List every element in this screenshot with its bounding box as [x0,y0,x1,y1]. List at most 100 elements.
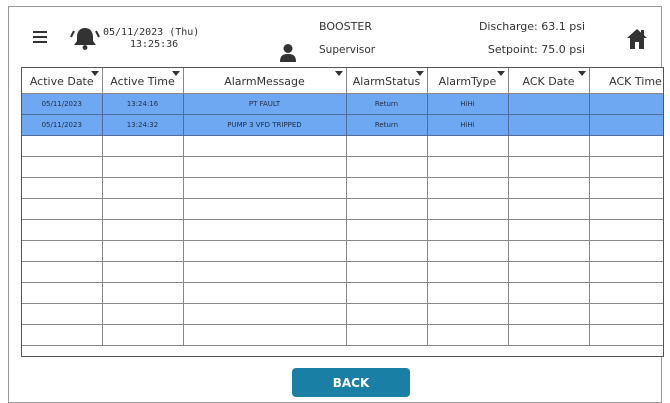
table-cell [102,282,184,304]
alarm-table[interactable]: Active Date Active Time AlarmMessage AlarmS… [21,67,664,357]
table-cell [346,219,428,241]
table-cell [589,93,663,115]
alarm-grid: Active Date Active Time AlarmMessage AlarmS… [22,68,663,346]
alarm-bell-icon[interactable] [68,25,102,51]
column-header-label: ACK Time [609,75,662,88]
table-cell [183,156,347,178]
table-cell [102,303,184,325]
table-cell: PUMP 3 VFD TRIPPED [183,114,347,136]
table-cell [589,261,663,283]
table-row[interactable]: 05/11/2023 13:24:16 PT FAULT Return HiHi [22,93,663,115]
table-cell [183,282,347,304]
table-cell: 13:24:16 [102,93,184,115]
table-row[interactable] [22,282,663,304]
table-cell: 13:24:32 [102,114,184,136]
column-header[interactable]: AlarmMessage [183,68,347,94]
table-cell [427,219,509,241]
table-row[interactable] [22,135,663,157]
table-cell [589,240,663,262]
table-cell [346,303,428,325]
discharge-readout: Discharge: 63.1 psi [478,20,585,33]
table-cell [183,219,347,241]
sort-dropdown-icon[interactable] [496,71,505,76]
column-header[interactable]: Active Date [22,68,103,94]
sort-dropdown-icon[interactable] [334,71,343,76]
column-header[interactable]: Active Time [102,68,184,94]
table-row[interactable] [22,198,663,220]
table-cell [346,135,428,157]
table-cell [22,135,103,157]
table-row[interactable] [22,324,663,346]
table-cell [589,135,663,157]
table-cell [22,156,103,178]
table-cell [508,177,590,199]
table-cell [22,240,103,262]
table-cell [346,177,428,199]
column-header-label: AlarmStatus [352,75,421,88]
table-cell [183,198,347,220]
table-cell [22,324,103,346]
table-cell [589,198,663,220]
home-icon[interactable] [626,27,648,51]
column-header[interactable]: AlarmStatus [346,68,428,94]
column-header-label: Active Date [29,75,94,88]
table-cell [508,261,590,283]
back-button[interactable]: BACK [292,368,410,397]
sort-dropdown-icon[interactable] [171,71,180,76]
table-cell: PT FAULT [183,93,347,115]
table-cell: Return [346,114,428,136]
table-cell [346,240,428,262]
table-cell [508,135,590,157]
table-cell: 05/11/2023 [22,114,103,136]
table-cell [427,156,509,178]
table-cell [22,282,103,304]
date-time: 05/11/2023 (Thu) 13:25:36 [103,27,199,51]
hamburger-menu-icon[interactable] [33,31,47,43]
table-cell [102,135,184,157]
table-cell [508,198,590,220]
table-row[interactable] [22,219,663,241]
table-cell [427,240,509,262]
table-row[interactable] [22,261,663,283]
hmi-screen: 05/11/2023 (Thu) 13:25:36 BOOSTER Superv… [8,6,664,403]
table-cell [102,324,184,346]
table-cell [183,135,347,157]
user-icon[interactable] [279,43,297,63]
column-header[interactable]: ACK Date [508,68,590,94]
column-header-label: AlarmMessage [224,75,305,88]
table-cell [589,303,663,325]
table-cell [589,177,663,199]
table-cell [102,219,184,241]
column-header[interactable]: AlarmType [427,68,509,94]
column-header[interactable]: ACK Time [589,68,663,94]
sort-dropdown-icon[interactable] [90,71,99,76]
table-cell [346,156,428,178]
table-row[interactable] [22,156,663,178]
table-cell [589,114,663,136]
table-cell [508,324,590,346]
table-cell [22,261,103,283]
table-cell [508,240,590,262]
table-cell: HiHi [427,93,509,115]
table-row[interactable] [22,303,663,325]
table-cell [589,324,663,346]
column-header-label: AlarmType [438,75,497,88]
table-cell [589,156,663,178]
user-role: Supervisor [319,44,376,56]
project-name: BOOSTER [319,20,372,33]
table-cell [183,303,347,325]
table-cell [346,324,428,346]
table-cell [22,219,103,241]
table-cell [508,114,590,136]
sort-dropdown-icon[interactable] [415,71,424,76]
table-cell [589,219,663,241]
table-cell: HiHi [427,114,509,136]
table-row[interactable] [22,177,663,199]
table-cell [22,198,103,220]
column-header-label: ACK Date [522,75,575,88]
sort-dropdown-icon[interactable] [577,71,586,76]
table-row[interactable] [22,240,663,262]
table-cell [427,303,509,325]
table-row[interactable]: 05/11/2023 13:24:32 PUMP 3 VFD TRIPPED Retu… [22,114,663,136]
table-cell [427,135,509,157]
